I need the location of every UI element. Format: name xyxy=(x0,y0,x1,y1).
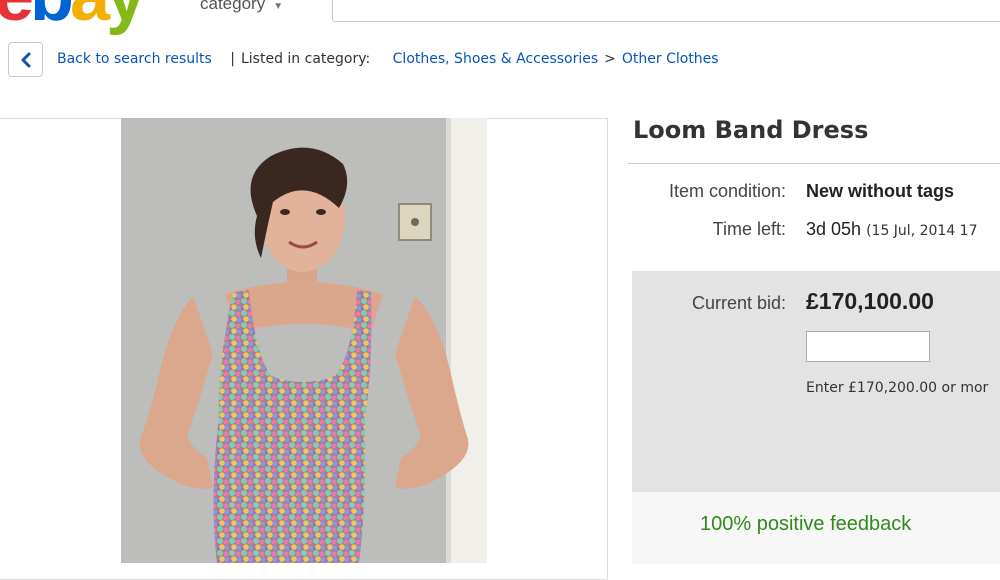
condition-label: Item condition: xyxy=(668,181,786,201)
time-left-label: Time left: xyxy=(712,219,786,239)
time-left-duration: 3d 05h xyxy=(806,219,862,239)
category-dropdown[interactable]: category ▼ xyxy=(200,0,283,14)
chevron-left-icon xyxy=(21,52,30,67)
ebay-logo[interactable]: ebay xyxy=(0,0,146,32)
bid-amount-input[interactable] xyxy=(806,331,930,362)
breadcrumb: Back to search results | Listed in catego… xyxy=(57,51,719,67)
category-link-clothes[interactable]: Clothes, Shoes & Accessories xyxy=(393,51,599,67)
product-image[interactable] xyxy=(121,118,487,563)
back-to-search-link[interactable]: Back to search results xyxy=(57,51,212,67)
current-bid-value: £170,100.00 xyxy=(806,288,934,314)
current-bid-label: Current bid: xyxy=(691,293,786,313)
breadcrumb-separator: > xyxy=(604,51,616,67)
breadcrumb-divider: | xyxy=(230,51,235,67)
back-button[interactable] xyxy=(8,42,43,77)
divider xyxy=(628,163,1000,164)
listed-in-label: Listed in category: xyxy=(240,51,371,67)
item-title: Loom Band Dress xyxy=(633,116,869,144)
condition-value: New without tags xyxy=(806,181,954,201)
chevron-down-icon: ▼ xyxy=(273,1,284,12)
search-input[interactable] xyxy=(332,0,1000,22)
time-left-value: 3d 05h (15 Jul, 2014 17 xyxy=(806,219,978,240)
category-link-other-clothes[interactable]: Other Clothes xyxy=(622,51,719,67)
time-left-detail: (15 Jul, 2014 17 xyxy=(866,223,978,239)
positive-feedback-link[interactable]: 100% positive feedback xyxy=(700,513,911,536)
bid-hint: Enter £170,200.00 or mor xyxy=(806,380,989,396)
category-dropdown-label: category xyxy=(200,0,266,13)
